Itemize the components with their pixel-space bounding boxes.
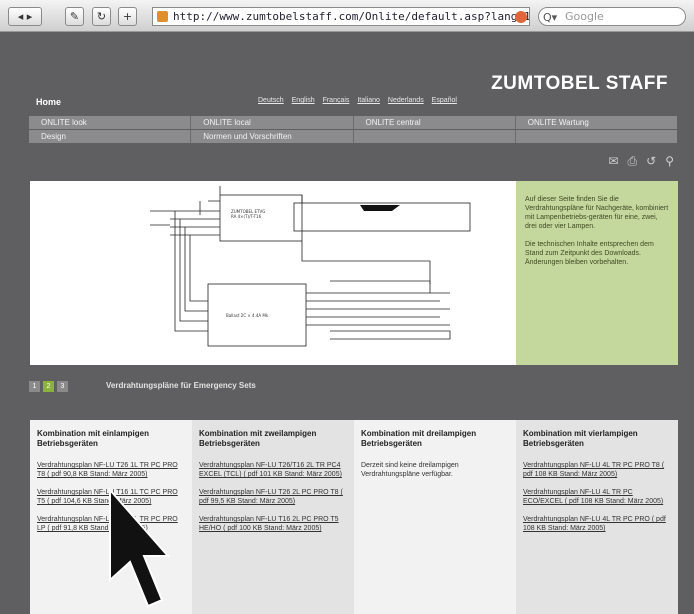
pdf-link[interactable]: Verdrahtungsplan NF-LU T26 1L TR PC PRO …: [37, 461, 184, 479]
column-heading: Kombination mit dreilampigen Betriebsger…: [361, 429, 477, 448]
language-switcher: Deutsch English Français Italiano Nederl…: [258, 97, 463, 104]
nav-item: [515, 130, 677, 143]
pdf-link[interactable]: Verdrahtungsplan NF-LU T16 2L PC PRO T5 …: [199, 515, 346, 533]
column-heading: Kombination mit zweilampigen Betriebsger…: [199, 429, 317, 448]
page-tools: ✉ ⎙ ↺ ⚲: [608, 154, 674, 169]
column-two-lamp: Kombination mit zweilampigen Betriebsger…: [192, 420, 354, 614]
main-nav-row-2: Design Normen und Vorschriften: [29, 130, 677, 143]
search-input[interactable]: Q▾ Google: [538, 7, 686, 26]
add-tab-icon[interactable]: +: [118, 7, 137, 26]
page-button-active[interactable]: 2: [43, 381, 54, 392]
home-link[interactable]: Home: [36, 97, 61, 107]
nav-item[interactable]: ONLITE look: [29, 116, 192, 129]
pager: 1 2 3: [29, 381, 68, 392]
lang-link[interactable]: Français: [323, 97, 350, 104]
main-nav-row-1: ONLITE look ONLITE local ONLITE central …: [29, 116, 677, 129]
pdf-link[interactable]: Verdrahtungsplan NF-LU 4L TR PC PRO ( pd…: [523, 515, 670, 533]
column-heading: Kombination mit vierlampigen Betriebsger…: [523, 429, 638, 448]
search-placeholder: Google: [565, 10, 604, 23]
section-title: Verdrahtungspläne für Emergency Sets: [106, 381, 256, 390]
brand-logo[interactable]: ZUMTOBEL STAFF: [491, 73, 668, 95]
ballast-label-2: Ballast 2C × 4.4A Mk: [226, 313, 269, 318]
page-button[interactable]: 3: [57, 381, 68, 392]
lang-link[interactable]: Nederlands: [388, 97, 424, 104]
pdf-link[interactable]: Verdrahtungsplan NF-LU 4L TR PC PRO T8 (…: [523, 461, 670, 479]
wiring-diagram-svg: ZUMTOBEL ETVG RA 4×(T)/T-T16 Ballast 2C ×…: [150, 186, 471, 347]
print-icon[interactable]: ⎙: [628, 154, 638, 169]
stop-icon[interactable]: [515, 11, 527, 23]
nav-item[interactable]: Design: [29, 130, 192, 143]
search-icon: Q▾: [543, 11, 558, 24]
nav-item: [353, 130, 516, 143]
no-plans-text: Derzeit sind keine dreilampigen Verdraht…: [361, 462, 459, 478]
lang-link[interactable]: English: [292, 97, 315, 104]
nav-item[interactable]: ONLITE Wartung: [515, 116, 677, 129]
favicon-icon: [157, 11, 168, 22]
nav-item[interactable]: ONLITE central: [353, 116, 516, 129]
reload-icon[interactable]: ↻: [92, 7, 111, 26]
sitemap-icon[interactable]: ⚲: [665, 154, 674, 169]
lang-link[interactable]: Español: [432, 97, 457, 104]
info-box: Auf dieser Seite finden Sie die Verdraht…: [516, 181, 678, 365]
pdf-link[interactable]: Verdrahtungsplan NF-LU T26 2L PC PRO T8 …: [199, 488, 346, 506]
page-button[interactable]: 1: [29, 381, 40, 392]
nav-item[interactable]: ONLITE local: [191, 116, 354, 129]
browser-window: ◂ ▸ ✎ ↻ + http://www.zumtobelstaff.com/O…: [0, 0, 694, 614]
wiring-diagram: ZUMTOBEL ETVG RA 4×(T)/T-T16 Ballast 2C ×…: [30, 181, 516, 365]
back-forward-button[interactable]: ◂ ▸: [8, 7, 42, 26]
lang-link[interactable]: Italiano: [357, 97, 380, 104]
pdf-link[interactable]: Verdrahtungsplan NF-LU T26/T16 2L TR PC4…: [199, 461, 346, 479]
url-text: http://www.zumtobelstaff.com/Onlite/defa…: [173, 10, 529, 23]
column-heading: Kombination mit einlampigen Betriebsgerä…: [37, 429, 150, 448]
nav-item[interactable]: Normen und Vorschriften: [191, 130, 354, 143]
info-text-2: Die technischen Inhalte entsprechen dem …: [525, 241, 654, 266]
back-icon[interactable]: ↺: [646, 154, 656, 169]
ballast-label-1: ZUMTOBEL ETVG RA 4×(T)/T-T16: [231, 209, 265, 219]
lang-link[interactable]: Deutsch: [258, 97, 284, 104]
browser-toolbar: ◂ ▸ ✎ ↻ + http://www.zumtobelstaff.com/O…: [0, 0, 694, 32]
pdf-link[interactable]: Verdrahtungsplan NF-LU 4L TR PC ECO/EXCE…: [523, 488, 670, 506]
column-three-lamp: Kombination mit dreilampigen Betriebsger…: [354, 420, 516, 614]
address-bar[interactable]: http://www.zumtobelstaff.com/Onlite/defa…: [152, 7, 530, 26]
mail-icon[interactable]: ✉: [608, 154, 618, 169]
column-four-lamp: Kombination mit vierlampigen Betriebsger…: [516, 420, 678, 614]
mouse-cursor-icon: [109, 488, 170, 608]
edit-icon[interactable]: ✎: [65, 7, 84, 26]
info-text-1: Auf dieser Seite finden Sie die Verdraht…: [525, 196, 669, 230]
